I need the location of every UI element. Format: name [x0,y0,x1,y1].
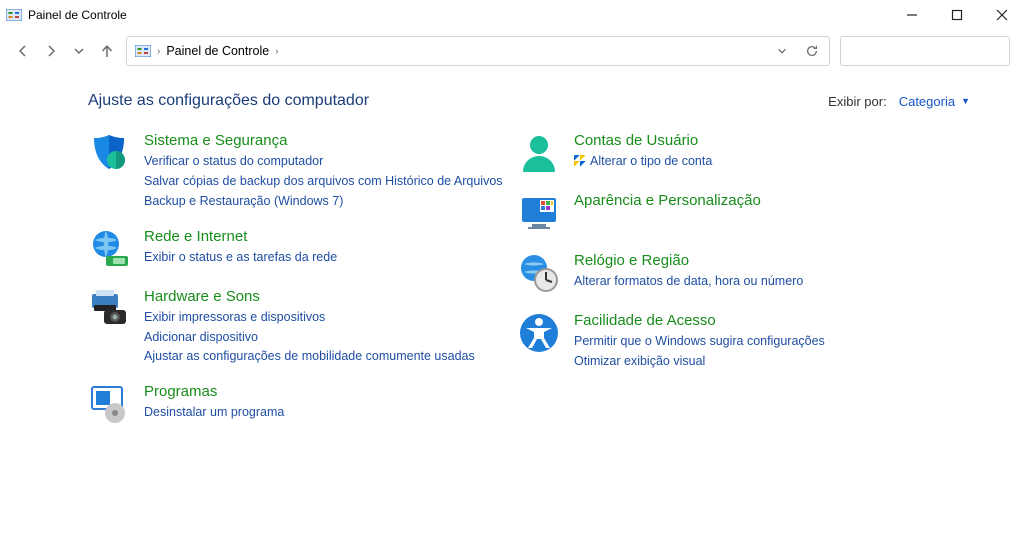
view-by-label: Exibir por: [828,94,887,109]
category-link[interactable]: Ajustar as configurações de mobilidade c… [144,348,475,365]
category-heading[interactable]: Facilidade de Acesso [574,312,825,330]
category-link[interactable]: Salvar cópias de backup dos arquivos com… [144,173,503,190]
category-link[interactable]: Alterar o tipo de conta [574,153,712,170]
search-input[interactable] [849,44,1024,59]
category-heading[interactable]: Contas de Usuário [574,132,712,150]
category-link[interactable]: Exibir impressoras e dispositivos [144,309,475,326]
main-content: Ajuste as configurações do computador Ex… [0,72,1024,443]
category-heading[interactable]: Rede e Internet [144,228,337,246]
user-icon [518,132,560,174]
category-heading[interactable]: Hardware e Sons [144,288,475,306]
clock-globe-icon [518,252,560,294]
shield-icon [88,132,130,174]
category-hardware-sound: Hardware e Sons Exibir impressoras e dis… [88,288,508,366]
category-appearance-personalization: Aparência e Personalização [518,192,938,234]
forward-button[interactable] [42,42,60,60]
category-heading[interactable]: Sistema e Segurança [144,132,503,150]
breadcrumb-item[interactable]: Painel de Controle [166,44,269,58]
app-icon [6,7,22,23]
category-link[interactable]: Otimizar exibição visual [574,353,825,370]
chevron-right-icon: › [157,46,160,57]
view-by-selector[interactable]: Categoria ▼ [899,94,970,109]
view-by: Exibir por: Categoria ▼ [828,94,970,109]
refresh-button[interactable] [803,42,821,60]
category-network-internet: Rede e Internet Exibir o status e as tar… [88,228,508,270]
printer-camera-icon [88,288,130,330]
chevron-down-icon: ▼ [961,96,970,106]
monitor-colors-icon [518,192,560,234]
categories-column-right: Contas de Usuário Alterar o tipo de cont… [518,132,938,443]
category-link[interactable]: Adicionar dispositivo [144,329,475,346]
up-button[interactable] [98,42,116,60]
back-button[interactable] [14,42,32,60]
close-button[interactable] [979,0,1024,30]
search-box[interactable] [840,36,1010,66]
category-link[interactable]: Exibir o status e as tarefas da rede [144,249,337,266]
programs-icon [88,383,130,425]
navbar: › Painel de Controle › [0,30,1024,72]
minimize-button[interactable] [889,0,934,30]
category-user-accounts: Contas de Usuário Alterar o tipo de cont… [518,132,938,174]
categories-column-left: Sistema e Segurança Verificar o status d… [88,132,508,443]
category-link[interactable]: Desinstalar um programa [144,404,284,421]
category-link[interactable]: Permitir que o Windows sugira configuraç… [574,333,825,350]
category-programs: Programas Desinstalar um programa [88,383,508,425]
category-heading[interactable]: Relógio e Região [574,252,803,270]
recent-locations-button[interactable] [70,42,88,60]
category-system-security: Sistema e Segurança Verificar o status d… [88,132,508,210]
maximize-button[interactable] [934,0,979,30]
titlebar: Painel de Controle [0,0,1024,30]
view-by-value: Categoria [899,94,955,109]
category-heading[interactable]: Programas [144,383,284,401]
window-title: Painel de Controle [28,8,127,22]
globe-network-icon [88,228,130,270]
category-link[interactable]: Backup e Restauração (Windows 7) [144,193,503,210]
category-heading[interactable]: Aparência e Personalização [574,192,761,210]
category-link[interactable]: Verificar o status do computador [144,153,503,170]
accessibility-icon [518,312,560,354]
page-title: Ajuste as configurações do computador [88,92,369,110]
category-ease-of-access: Facilidade de Acesso Permitir que o Wind… [518,312,938,370]
category-clock-region: Relógio e Região Alterar formatos de dat… [518,252,938,294]
category-link[interactable]: Alterar formatos de data, hora ou número [574,273,803,290]
address-history-button[interactable] [773,42,791,60]
address-bar[interactable]: › Painel de Controle › [126,36,830,66]
control-panel-icon [135,43,151,59]
chevron-right-icon: › [275,46,278,57]
